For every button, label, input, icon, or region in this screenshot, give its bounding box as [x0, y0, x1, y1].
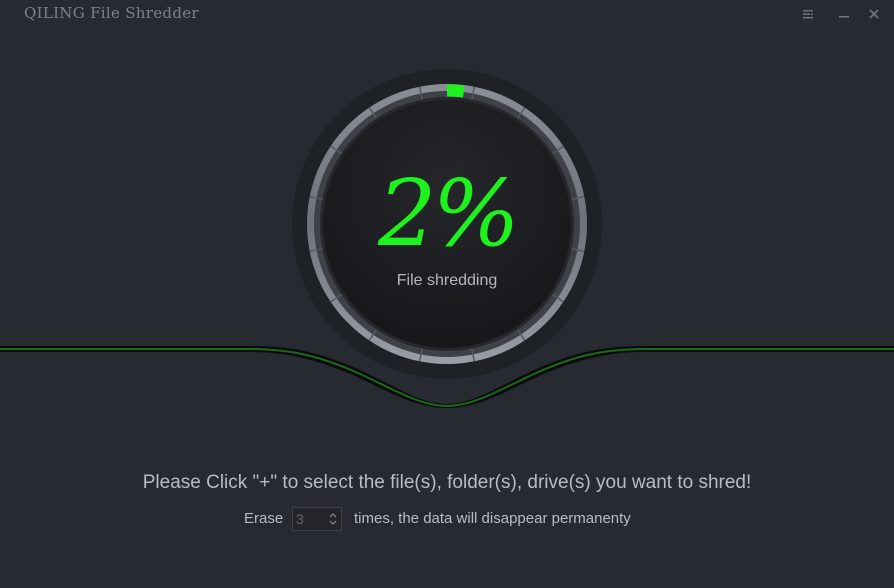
erase-count-input[interactable] [296, 510, 326, 528]
progress-percent: 2% [378, 160, 520, 267]
progress-status: File shredding [396, 272, 498, 289]
instruction-text: Please Click "+" to select the file(s), … [142, 472, 752, 493]
erase-suffix: times, the data will disappear permanent… [354, 510, 631, 527]
erase-label: Erase [244, 510, 284, 527]
erase-count-spinbox[interactable] [292, 507, 342, 531]
erase-row: Erase times, the data will disappear per… [0, 507, 894, 533]
progress-indicator [446, 84, 465, 98]
app-window: QILING File Shredder 2% File shredding P… [0, 0, 894, 588]
spin-arrows-icon[interactable] [328, 511, 338, 527]
